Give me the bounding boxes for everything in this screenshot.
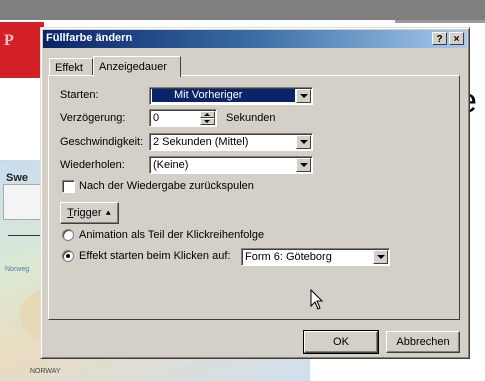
- repeat-select-value: (Keine): [153, 159, 189, 171]
- collapse-arrows-icon: ⯅: [104, 208, 112, 218]
- dialog-title: Füllfarbe ändern: [46, 32, 133, 44]
- map-legend: [3, 184, 43, 220]
- close-button[interactable]: ×: [449, 32, 464, 45]
- delay-spinner[interactable]: 0: [149, 109, 217, 127]
- radio-click-sequence[interactable]: [62, 229, 74, 241]
- dialog-titlebar[interactable]: Füllfarbe ändern ? ×: [43, 30, 467, 48]
- start-label: Starten:: [60, 89, 99, 101]
- tab-effekt[interactable]: Effekt: [49, 58, 93, 76]
- map-scale-bar: [8, 235, 42, 236]
- trigger-text: rigger: [73, 207, 102, 219]
- cancel-button[interactable]: Abbrechen: [386, 331, 460, 353]
- map-title: Swe: [6, 172, 29, 184]
- click-target-value: Form 6: Göteborg: [245, 251, 332, 263]
- speed-select[interactable]: 2 Sekunden (Mittel): [149, 133, 313, 151]
- trigger-button-label: Trigger ⯅: [61, 207, 118, 219]
- chevron-down-icon[interactable]: [296, 89, 311, 103]
- mouse-pointer-icon: [310, 289, 324, 310]
- slide-red-banner: P: [0, 22, 44, 78]
- app-toolbar-strip-edge: [395, 20, 485, 23]
- radio-click-sequence-label[interactable]: Animation als Teil der Klickreihenfolge: [79, 229, 264, 241]
- chevron-down-icon[interactable]: [296, 158, 311, 172]
- start-select-value: Mit Vorheriger: [152, 89, 295, 102]
- tab-anzeigedauer[interactable]: Anzeigedauer: [93, 56, 181, 77]
- delay-label: Verzögerung:: [60, 112, 126, 124]
- ok-button-label: OK: [333, 336, 349, 348]
- fill-color-dialog: Füllfarbe ändern ? × Effekt Anzeigedauer…: [40, 27, 470, 359]
- timing-panel: Starten: Mit Vorheriger Verzögerung: 0 S…: [48, 75, 460, 320]
- chevron-down-icon[interactable]: [296, 135, 311, 149]
- rewind-label[interactable]: Nach der Wiedergabe zurückspulen: [79, 180, 254, 192]
- ok-button[interactable]: OK: [303, 330, 379, 354]
- cancel-button-label: Abbrechen: [396, 336, 450, 348]
- map-label-norway-caps: NORWAY: [30, 368, 61, 375]
- start-select[interactable]: Mit Vorheriger: [149, 87, 313, 105]
- delay-unit-label: Sekunden: [226, 112, 276, 124]
- chevron-down-icon[interactable]: [373, 250, 388, 264]
- delay-value: 0: [153, 112, 160, 124]
- repeat-label: Wiederholen:: [60, 159, 125, 171]
- trigger-button[interactable]: Trigger ⯅: [60, 202, 119, 224]
- click-target-select[interactable]: Form 6: Göteborg: [241, 248, 390, 266]
- rewind-checkbox[interactable]: [62, 180, 75, 193]
- speed-label: Geschwindigkeit:: [60, 136, 144, 148]
- radio-start-on-click[interactable]: [62, 250, 74, 262]
- banner-text: P: [4, 32, 16, 49]
- spinner-down-icon[interactable]: [200, 118, 215, 125]
- map-label-norway: Norweg: [5, 266, 30, 273]
- help-button[interactable]: ?: [432, 32, 447, 45]
- spinner-up-icon[interactable]: [200, 111, 215, 118]
- radio-start-on-click-label[interactable]: Effekt starten beim Klicken auf:: [79, 250, 230, 262]
- app-toolbar-strip: [0, 0, 485, 20]
- repeat-select[interactable]: (Keine): [149, 156, 313, 174]
- speed-select-value: 2 Sekunden (Mittel): [153, 136, 249, 148]
